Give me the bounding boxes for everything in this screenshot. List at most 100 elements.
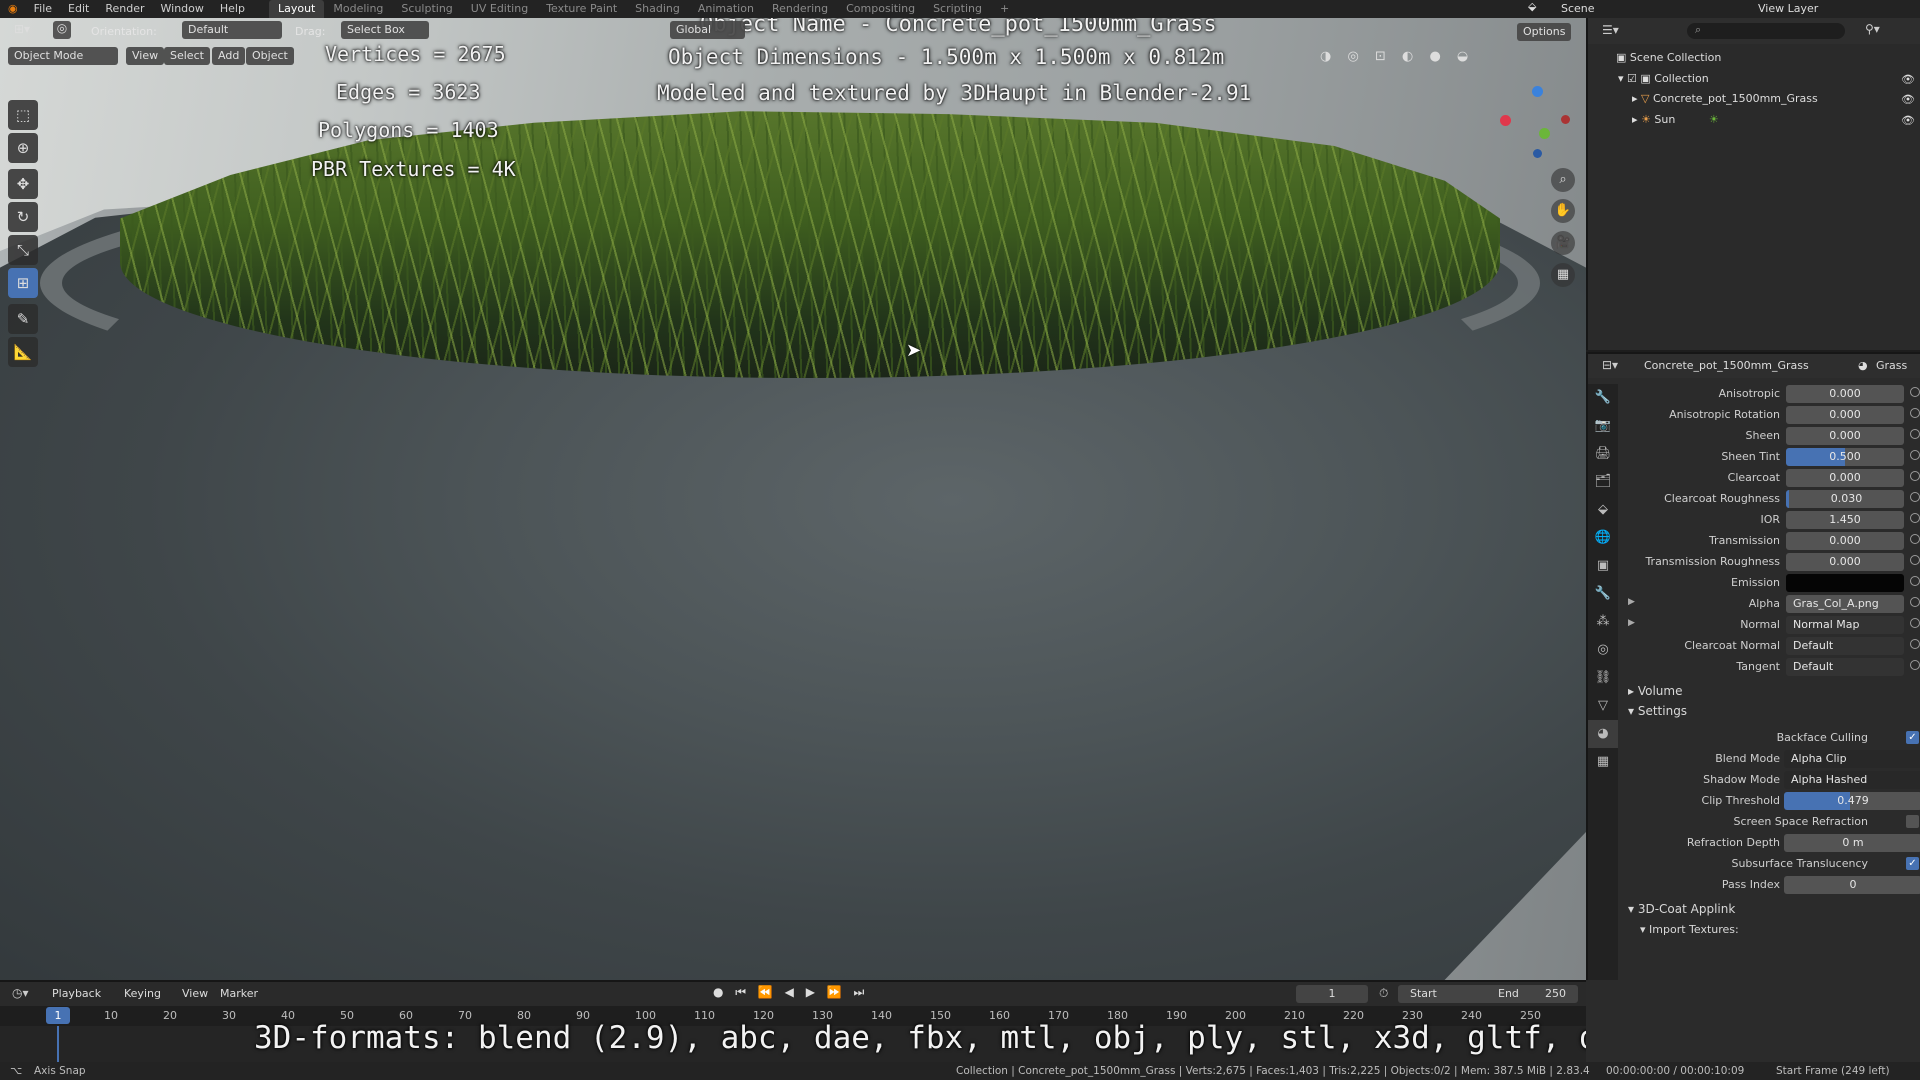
backface-culling-checkbox[interactable]: ✓ — [1906, 731, 1919, 744]
navigation-gizmo[interactable] — [1495, 86, 1575, 166]
clearcoat-normal-field[interactable]: Default — [1786, 637, 1904, 655]
scale-tool-icon[interactable]: ⤡ — [8, 235, 38, 265]
volume-section[interactable]: ▸ Volume — [1628, 684, 1682, 698]
import-textures-section[interactable]: ▾ Import Textures: — [1640, 923, 1739, 936]
3d-viewport[interactable]: Object Name - Concrete_pot_1500mm_Grass … — [0, 18, 1586, 980]
pass-index-field[interactable]: 0 — [1784, 876, 1920, 894]
marker-menu[interactable]: Marker — [220, 987, 258, 1000]
particles-tab-icon[interactable]: ⁂ — [1588, 608, 1618, 636]
tab-animation[interactable]: Animation — [689, 0, 763, 18]
expand-icon[interactable]: ▶ — [1628, 618, 1635, 628]
current-frame-field[interactable]: 1 — [1296, 985, 1368, 1003]
transform-pivot-icon[interactable]: ◎ — [53, 21, 71, 39]
cursor-tool-icon[interactable]: ⊕ — [8, 133, 38, 163]
constraints-tab-icon[interactable]: ⛓ — [1588, 664, 1618, 692]
rotate-tool-icon[interactable]: ↻ — [8, 202, 38, 232]
collection-visibility-icon[interactable]: 👁 — [1901, 73, 1915, 86]
physics-tab-icon[interactable]: ◎ — [1588, 636, 1618, 664]
transmission-field[interactable]: 0.000 — [1786, 532, 1904, 550]
shadow-mode-dropdown[interactable]: Alpha Hashed — [1784, 771, 1920, 789]
anisotropic-rotation-field[interactable]: 0.000 — [1786, 406, 1904, 424]
texture-tab-icon[interactable]: ▦ — [1588, 748, 1618, 776]
move-tool-icon[interactable]: ✥ — [8, 169, 38, 199]
tab-compositing[interactable]: Compositing — [837, 0, 924, 18]
menu-file[interactable]: File — [26, 0, 60, 18]
drag-dropdown[interactable]: Select Box — [341, 21, 429, 39]
applink-section[interactable]: ▾ 3D-Coat Applink — [1628, 902, 1735, 916]
timeline-editor-icon[interactable]: ◷▾ — [12, 986, 29, 1000]
refraction-depth-field[interactable]: 0 m — [1784, 834, 1920, 852]
select-box-tool-icon[interactable]: ⬚ — [8, 100, 38, 130]
tool-tab-icon[interactable]: 🔧 — [1588, 384, 1618, 412]
settings-section[interactable]: ▾ Settings — [1628, 704, 1687, 718]
options-dropdown[interactable]: Options — [1517, 23, 1572, 41]
keyframe-dot-icon[interactable] — [1910, 534, 1920, 544]
mode-dropdown[interactable]: Object Mode — [8, 47, 118, 65]
tab-modeling[interactable]: Modeling — [324, 0, 392, 18]
keyframe-dot-icon[interactable] — [1910, 555, 1920, 565]
expand-icon[interactable]: ▶ — [1628, 597, 1635, 607]
keyframe-dot-icon[interactable] — [1910, 408, 1920, 418]
pan-hand-icon[interactable]: ✋ — [1551, 199, 1575, 223]
playback-controls[interactable]: ● ⏮ ⏪ ◀ ▶ ⏩ ⏭ — [713, 985, 868, 1000]
outliner-search-input[interactable]: ⌕ — [1687, 23, 1845, 39]
keyframe-dot-icon[interactable] — [1910, 660, 1920, 670]
measure-tool-icon[interactable]: 📐 — [8, 337, 38, 367]
clearcoat-roughness-slider[interactable]: 0.030 — [1786, 490, 1904, 508]
keyframe-dot-icon[interactable] — [1910, 471, 1920, 481]
properties-editor-icon[interactable]: ⊟▾ — [1602, 358, 1618, 372]
scene-icon[interactable]: ⬙ — [1528, 0, 1536, 13]
outliner-collection-row[interactable]: ▾ ☑ ▣ Collection — [1618, 72, 1709, 85]
sheen-tint-slider[interactable]: 0.500 — [1786, 448, 1904, 466]
keyframe-dot-icon[interactable] — [1910, 639, 1920, 649]
end-frame-field[interactable]: End 250 — [1488, 985, 1578, 1003]
anisotropic-field[interactable]: 0.000 — [1786, 385, 1904, 403]
screen-space-refraction-checkbox[interactable] — [1906, 815, 1919, 828]
y-axis-icon[interactable] — [1539, 128, 1550, 139]
select-menu[interactable]: Select — [164, 47, 210, 65]
keyframe-dot-icon[interactable] — [1910, 492, 1920, 502]
neg-z-axis-icon[interactable] — [1533, 149, 1542, 158]
sheen-field[interactable]: 0.000 — [1786, 427, 1904, 445]
filter-icon[interactable]: ⚲▾ — [1865, 22, 1880, 36]
camera-icon[interactable]: 🎥 — [1551, 231, 1575, 255]
keyframe-dot-icon[interactable] — [1910, 576, 1920, 586]
tab-layout[interactable]: Layout — [268, 0, 325, 18]
menu-help[interactable]: Help — [212, 0, 253, 18]
menu-render[interactable]: Render — [97, 0, 152, 18]
menu-window[interactable]: Window — [153, 0, 212, 18]
alpha-texture-field[interactable]: Gras_Col_A.png — [1786, 595, 1904, 613]
view-layer-name[interactable]: View Layer — [1758, 2, 1818, 15]
editor-type-icon[interactable]: ⊞▾ — [14, 22, 30, 36]
add-workspace-button[interactable]: + — [991, 0, 1018, 18]
annotate-tool-icon[interactable]: ✎ — [8, 304, 38, 334]
viewport-shading-icons[interactable]: ◑ ◎ ⊡ ◐ ● ◒ — [1320, 49, 1474, 64]
view-menu-timeline[interactable]: View — [182, 987, 208, 1000]
view-layer-tab-icon[interactable]: 🗂 — [1588, 468, 1618, 496]
stopwatch-icon[interactable]: ⏱ — [1379, 986, 1388, 1001]
tab-rendering[interactable]: Rendering — [763, 0, 837, 18]
keyframe-dot-icon[interactable] — [1910, 429, 1920, 439]
render-tab-icon[interactable]: 📷 — [1588, 412, 1618, 440]
keying-menu[interactable]: Keying — [124, 987, 161, 1000]
object-tab-icon[interactable]: ▣ — [1588, 552, 1618, 580]
clip-threshold-slider[interactable]: 0.479 — [1784, 792, 1920, 810]
scene-tab-icon[interactable]: ⬙ — [1588, 496, 1618, 524]
x-axis-icon[interactable] — [1500, 115, 1511, 126]
neg-x-axis-icon[interactable] — [1561, 115, 1570, 124]
output-tab-icon[interactable]: 🖨 — [1588, 440, 1618, 468]
tab-shading[interactable]: Shading — [626, 0, 689, 18]
playback-menu[interactable]: Playback — [52, 987, 101, 1000]
orientation-dropdown[interactable]: Default — [182, 21, 282, 39]
ior-field[interactable]: 1.450 — [1786, 511, 1904, 529]
keyframe-dot-icon[interactable] — [1910, 618, 1920, 628]
keyframe-dot-icon[interactable] — [1910, 387, 1920, 397]
keyframe-dot-icon[interactable] — [1910, 597, 1920, 607]
keyframe-dot-icon[interactable] — [1910, 513, 1920, 523]
outliner-sun-row[interactable]: ▸ ☀ Sun ☀ — [1632, 113, 1719, 126]
emission-color-swatch[interactable] — [1786, 574, 1904, 592]
scene-name[interactable]: Scene — [1561, 2, 1595, 15]
view-menu[interactable]: View — [126, 47, 165, 65]
zoom-icon[interactable]: ⌕ — [1551, 168, 1575, 192]
keyframe-dot-icon[interactable] — [1910, 450, 1920, 460]
